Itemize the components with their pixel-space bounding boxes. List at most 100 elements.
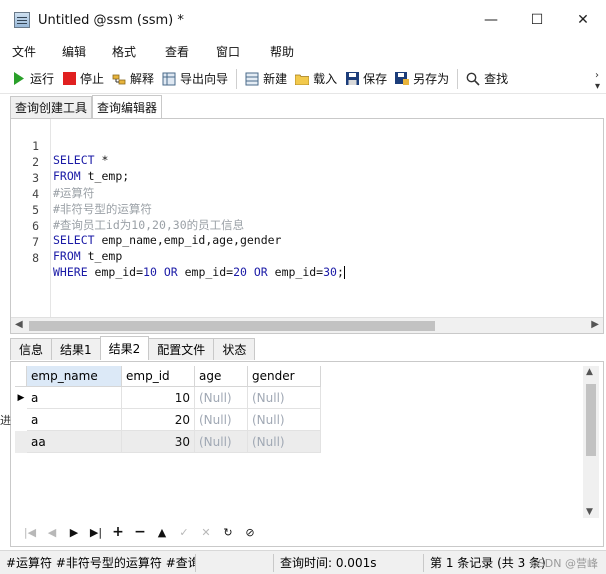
app-icon <box>14 12 30 28</box>
menu-format[interactable]: 格式 <box>112 43 136 60</box>
tab-query-editor[interactable]: 查询编辑器 <box>92 95 163 118</box>
export-label: 导出向导 <box>180 72 229 86</box>
text-caret <box>343 266 345 279</box>
tab-query-builder[interactable]: 查询创建工具 <box>10 96 93 118</box>
row-marker <box>15 431 27 453</box>
status-query-text: #运算符 #非符号型的运算符 #查询 <box>0 553 196 572</box>
editor-horizontal-scrollbar[interactable]: ◀ ▶ <box>11 317 603 333</box>
result-tabs: 信息 结果1 结果2 配置文件 状态 <box>10 336 256 362</box>
cell-age[interactable]: (Null) <box>195 387 248 409</box>
toolbar-overflow-icon[interactable]: › ▾ <box>595 70 600 92</box>
cell-emp-id[interactable]: 30 <box>122 431 195 453</box>
cell-age[interactable]: (Null) <box>195 431 248 453</box>
toolbar-divider <box>236 68 238 89</box>
code-line: 6 SELECT emp_name,emp_id,age,gender <box>11 205 571 247</box>
tab-status[interactable]: 状态 <box>213 338 256 360</box>
scroll-up-icon[interactable]: ▲ <box>586 367 593 377</box>
grid-header: emp_name emp_id age gender <box>15 366 321 387</box>
save-as-button[interactable]: 另存为 <box>391 67 453 91</box>
scrollbar-thumb[interactable] <box>29 321 435 331</box>
toolbar-divider <box>457 68 459 89</box>
status-bar: #运算符 #非符号型的运算符 #查询 查询时间: 0.001s 第 1 条记录 … <box>0 550 606 574</box>
cell-gender[interactable]: (Null) <box>248 387 321 409</box>
scrollbar-thumb[interactable] <box>586 384 596 456</box>
tab-result-1[interactable]: 结果1 <box>51 338 101 360</box>
cell-emp-id[interactable]: 10 <box>122 387 195 409</box>
cell-emp-id[interactable]: 20 <box>122 409 195 431</box>
results-panel: emp_name emp_id age gender ▶ a 10 (Null)… <box>10 361 604 547</box>
row-marker <box>15 409 27 431</box>
new-query-icon <box>245 72 259 86</box>
cell-gender[interactable]: (Null) <box>248 409 321 431</box>
stop-button[interactable]: 停止 <box>58 67 108 91</box>
last-record-icon[interactable]: ▶| <box>85 524 107 540</box>
menu-window[interactable]: 窗口 <box>216 43 240 60</box>
maximize-button[interactable]: ☐ <box>514 0 560 40</box>
save-label: 保存 <box>363 72 388 86</box>
cell-emp-name[interactable]: aa <box>27 431 122 453</box>
table-row[interactable]: ▶ a 10 (Null) (Null) <box>15 387 321 409</box>
play-icon <box>12 72 26 86</box>
delete-record-icon[interactable]: − <box>129 524 151 540</box>
result-grid[interactable]: emp_name emp_id age gender ▶ a 10 (Null)… <box>15 366 321 453</box>
left-edge-text: 进 <box>0 414 11 427</box>
menu-view[interactable]: 查看 <box>165 43 189 60</box>
explain-button[interactable]: 解释 <box>108 67 158 91</box>
tab-result-2[interactable]: 结果2 <box>99 336 150 360</box>
watermark: CSDN @营峰 <box>530 557 598 570</box>
explain-icon <box>112 72 126 86</box>
apply-changes-icon[interactable]: ▲ <box>151 524 173 540</box>
menu-help[interactable]: 帮助 <box>270 43 294 60</box>
tab-profile[interactable]: 配置文件 <box>148 338 215 360</box>
confirm-icon[interactable]: ✓ <box>173 524 195 540</box>
code-line: 5 #查询员工id为10,20,30的员工信息 <box>11 189 571 232</box>
save-as-icon <box>395 72 410 86</box>
cell-age[interactable]: (Null) <box>195 409 248 431</box>
toolbar: 运行 停止 解释 导出向导 新建 载入 保存 另存为 查找 › ▾ <box>0 64 606 94</box>
refresh-icon[interactable]: ↻ <box>217 524 239 540</box>
query-tabs: 查询创建工具 查询编辑器 <box>10 95 163 118</box>
explain-label: 解释 <box>130 72 155 86</box>
code-line: 1 SELECT * <box>11 125 571 167</box>
table-row[interactable]: a 20 (Null) (Null) <box>15 409 321 431</box>
scroll-down-icon[interactable]: ▼ <box>586 507 593 517</box>
tab-info[interactable]: 信息 <box>10 338 53 360</box>
add-record-icon[interactable]: + <box>107 524 129 540</box>
menu-edit[interactable]: 编辑 <box>62 43 86 60</box>
cell-emp-name[interactable]: a <box>27 387 122 409</box>
export-icon <box>162 72 176 86</box>
cell-emp-name[interactable]: a <box>27 409 122 431</box>
new-button[interactable]: 新建 <box>241 67 291 91</box>
save-button[interactable]: 保存 <box>341 67 391 91</box>
code-line: 7 FROM t_emp <box>11 221 571 263</box>
stop-loading-icon[interactable]: ⊘ <box>239 524 261 540</box>
column-header-gender[interactable]: gender <box>248 366 321 387</box>
window-title: Untitled @ssm (ssm) * <box>38 12 184 28</box>
cell-gender[interactable]: (Null) <box>248 431 321 453</box>
column-header-emp-name[interactable]: emp_name <box>27 366 122 387</box>
close-button[interactable]: ✕ <box>560 0 606 40</box>
title-bar: Untitled @ssm (ssm) * — ☐ ✕ <box>0 0 606 40</box>
column-header-age[interactable]: age <box>195 366 248 387</box>
export-wizard-button[interactable]: 导出向导 <box>158 67 232 91</box>
next-record-icon[interactable]: ▶ <box>63 524 85 540</box>
grid-vertical-scrollbar[interactable]: ▲ ▼ <box>583 366 599 518</box>
load-button[interactable]: 载入 <box>291 67 341 91</box>
column-header-emp-id[interactable]: emp_id <box>122 366 195 387</box>
new-label: 新建 <box>263 72 288 86</box>
table-row[interactable]: aa 30 (Null) (Null) <box>15 431 321 453</box>
find-button[interactable]: 查找 <box>462 67 512 91</box>
code-line: 4 #非符号型的运算符 <box>11 173 571 216</box>
stop-icon <box>62 72 76 86</box>
run-button[interactable]: 运行 <box>8 67 58 91</box>
sql-editor[interactable]: 1 SELECT * 2 FROM t_emp; 3 #运算符 4 #非符号型的… <box>10 118 604 334</box>
previous-record-icon[interactable]: ◀ <box>41 524 63 540</box>
current-row-marker-icon: ▶ <box>17 393 25 403</box>
scroll-right-icon[interactable]: ▶ <box>591 319 599 330</box>
minimize-button[interactable]: — <box>468 0 514 40</box>
status-query-time: 查询时间: 0.001s <box>274 553 424 572</box>
menu-file[interactable]: 文件 <box>12 43 36 60</box>
scroll-left-icon[interactable]: ◀ <box>15 319 23 330</box>
first-record-icon[interactable]: |◀ <box>19 524 41 540</box>
discard-icon[interactable]: ✕ <box>195 524 217 540</box>
